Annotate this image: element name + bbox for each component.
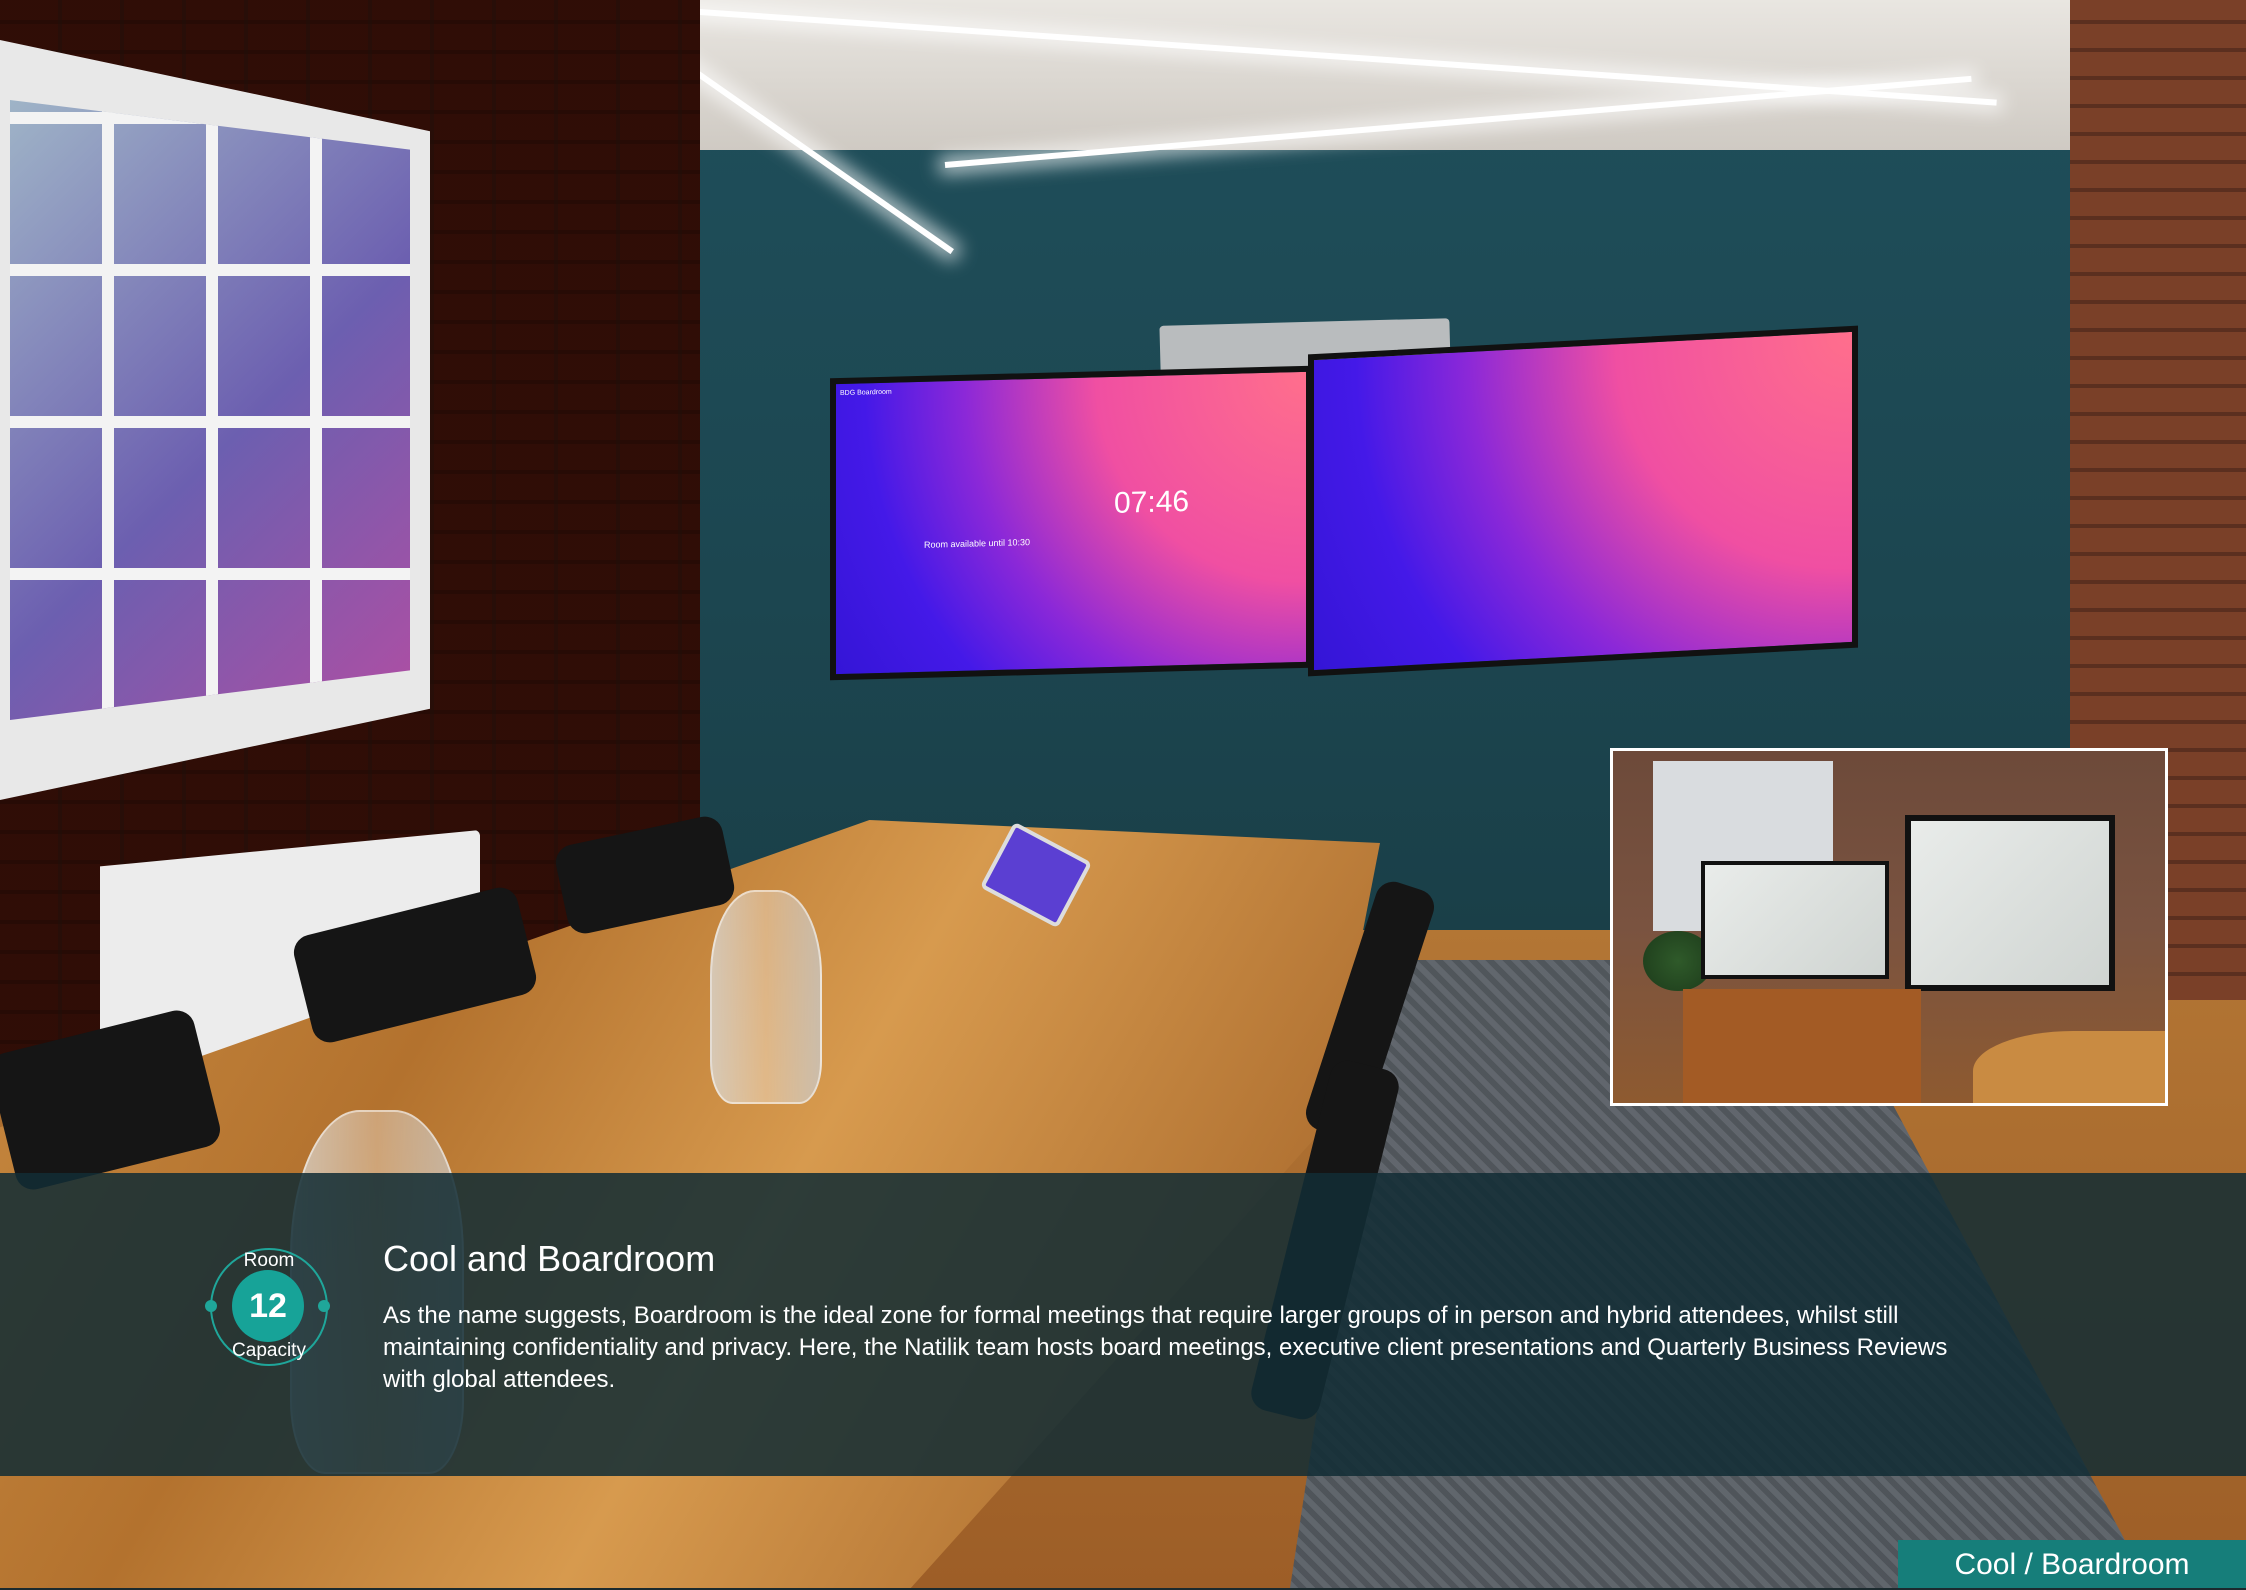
section-tag: Cool / Boardroom bbox=[1898, 1540, 2246, 1588]
capacity-label-top: Room bbox=[243, 1250, 295, 1271]
room-title: Cool and Boardroom bbox=[383, 1238, 716, 1279]
capacity-dot bbox=[205, 1300, 217, 1312]
inset-photo bbox=[1610, 748, 2168, 1106]
room-capacity-badge: Room 12 Capacity bbox=[205, 1248, 330, 1366]
screen-clock: 07:46 bbox=[1114, 484, 1190, 520]
capacity-dot bbox=[318, 1300, 330, 1312]
screen-room-status: Room available until 10:30 bbox=[924, 537, 1031, 550]
room-description: As the name suggests, Boardroom is the i… bbox=[383, 1302, 1948, 1393]
inset-table bbox=[1973, 1031, 2165, 1103]
ceiling bbox=[500, 0, 2100, 150]
display-screen-right bbox=[1308, 325, 1858, 677]
water-carafe bbox=[710, 890, 822, 1104]
inset-cabinet bbox=[1683, 989, 1921, 1103]
capacity-label-bottom: Capacity bbox=[232, 1340, 306, 1361]
inset-display bbox=[1701, 861, 1889, 979]
capacity-value: 12 bbox=[232, 1270, 304, 1342]
window-bars bbox=[10, 100, 410, 720]
display-screen-left: BDG Boardroom Room available until 10:30… bbox=[830, 365, 1312, 681]
inset-display bbox=[1905, 815, 2115, 991]
screen-room-label: BDG Boardroom bbox=[840, 388, 892, 398]
